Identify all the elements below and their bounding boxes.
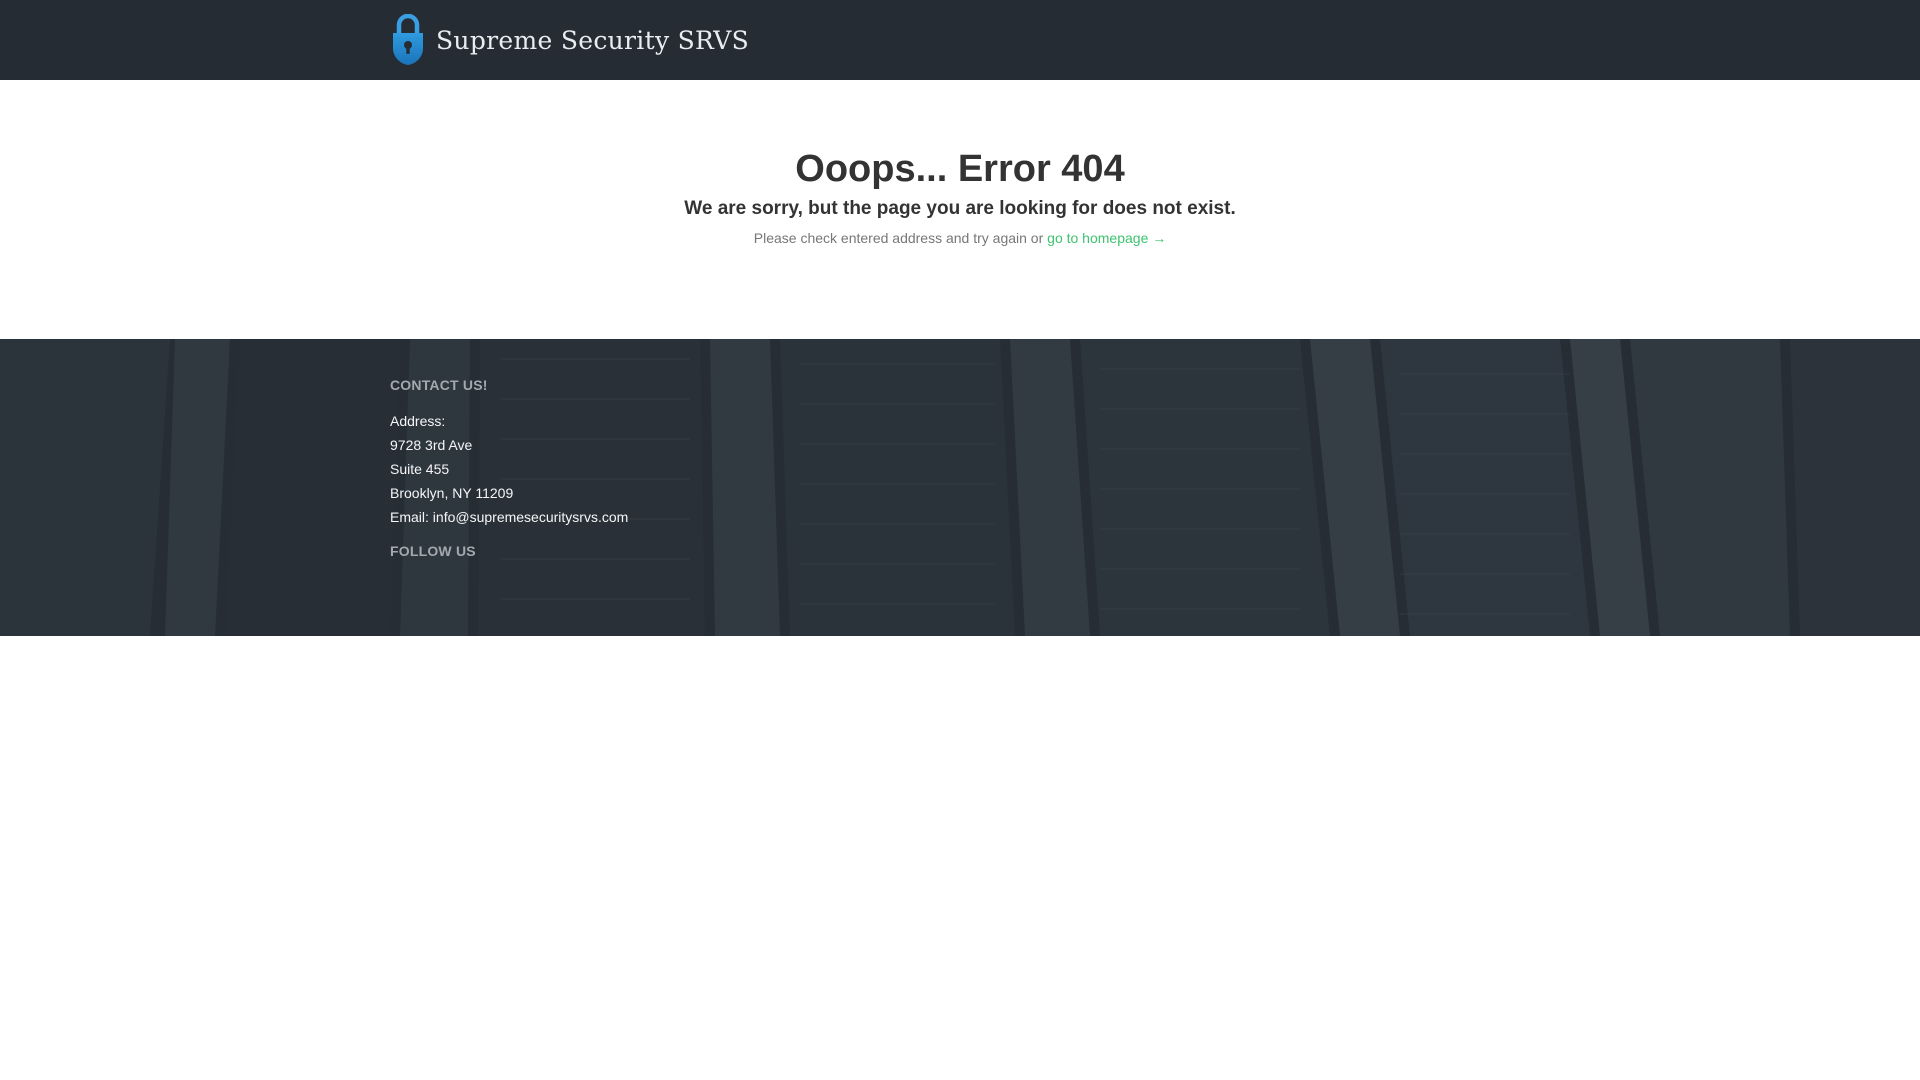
error-title: Ooops... Error 404 bbox=[795, 148, 1125, 190]
address-line-3: Brooklyn, NY 11209 bbox=[390, 485, 514, 501]
email-link[interactable]: info@supremesecuritysrvs.com bbox=[433, 509, 629, 525]
brand-logo-link[interactable]: Supreme Security SRVS bbox=[390, 14, 749, 66]
error-404-section: Ooops... Error 404 We are sorry, but the… bbox=[0, 80, 1920, 339]
error-hint-text: Please check entered address and try aga… bbox=[753, 230, 1048, 246]
error-subtitle: We are sorry, but the page you are looki… bbox=[684, 198, 1236, 219]
address-label: Address: bbox=[390, 413, 446, 429]
contact-details: Address: 9728 3rd Ave Suite 455 Brooklyn… bbox=[390, 409, 990, 529]
follow-us-heading: FOLLOW US bbox=[390, 543, 476, 559]
contact-heading: CONTACT US! bbox=[390, 377, 488, 393]
top-navbar: Supreme Security SRVS bbox=[0, 0, 1920, 80]
brand-name: Supreme Security SRVS bbox=[436, 25, 750, 55]
error-hint: Please check entered address and try aga… bbox=[0, 228, 1920, 248]
email-label: Email: bbox=[390, 509, 433, 525]
footer: CONTACT US! Address: 9728 3rd Ave Suite … bbox=[0, 339, 1920, 636]
footer-contact-block: CONTACT US! Address: 9728 3rd Ave Suite … bbox=[390, 375, 990, 561]
padlock-icon bbox=[393, 14, 423, 65]
address-line-1: 9728 3rd Ave bbox=[390, 437, 473, 453]
email-line: Email: info@supremesecuritysrvs.com bbox=[390, 505, 990, 529]
go-to-homepage-link[interactable]: go to homepage → bbox=[1047, 230, 1166, 246]
address-line-2: Suite 455 bbox=[390, 461, 450, 477]
